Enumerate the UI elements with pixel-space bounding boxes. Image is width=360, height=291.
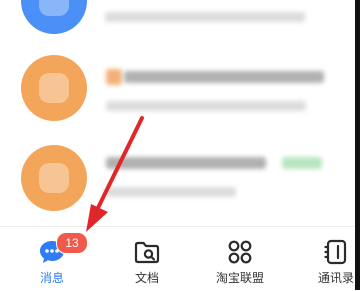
unread-badge: 13 (56, 232, 88, 254)
screen-edge (355, 0, 360, 290)
conversation-item[interactable] (0, 55, 360, 135)
conversation-list (0, 0, 360, 226)
avatar (21, 0, 87, 34)
bottom-tab-bar: 消息 文档 淘宝联盟 通讯录 (0, 226, 360, 291)
folder-icon (134, 241, 160, 264)
tab-label: 通讯录 (317, 271, 354, 285)
tab-label: 消息 (39, 271, 64, 285)
conversation-item[interactable] (0, 0, 360, 50)
conversation-item[interactable] (0, 145, 360, 225)
tab-documents[interactable]: 文档 (107, 227, 187, 291)
tab-contacts[interactable]: 通讯录 (296, 227, 360, 291)
grid-icon (228, 240, 252, 264)
avatar (21, 55, 87, 121)
tab-label: 淘宝联盟 (215, 271, 264, 285)
contacts-icon (324, 239, 347, 265)
tab-label: 文档 (134, 271, 159, 285)
tab-taobao-union[interactable]: 淘宝联盟 (200, 227, 280, 291)
avatar (21, 145, 87, 211)
